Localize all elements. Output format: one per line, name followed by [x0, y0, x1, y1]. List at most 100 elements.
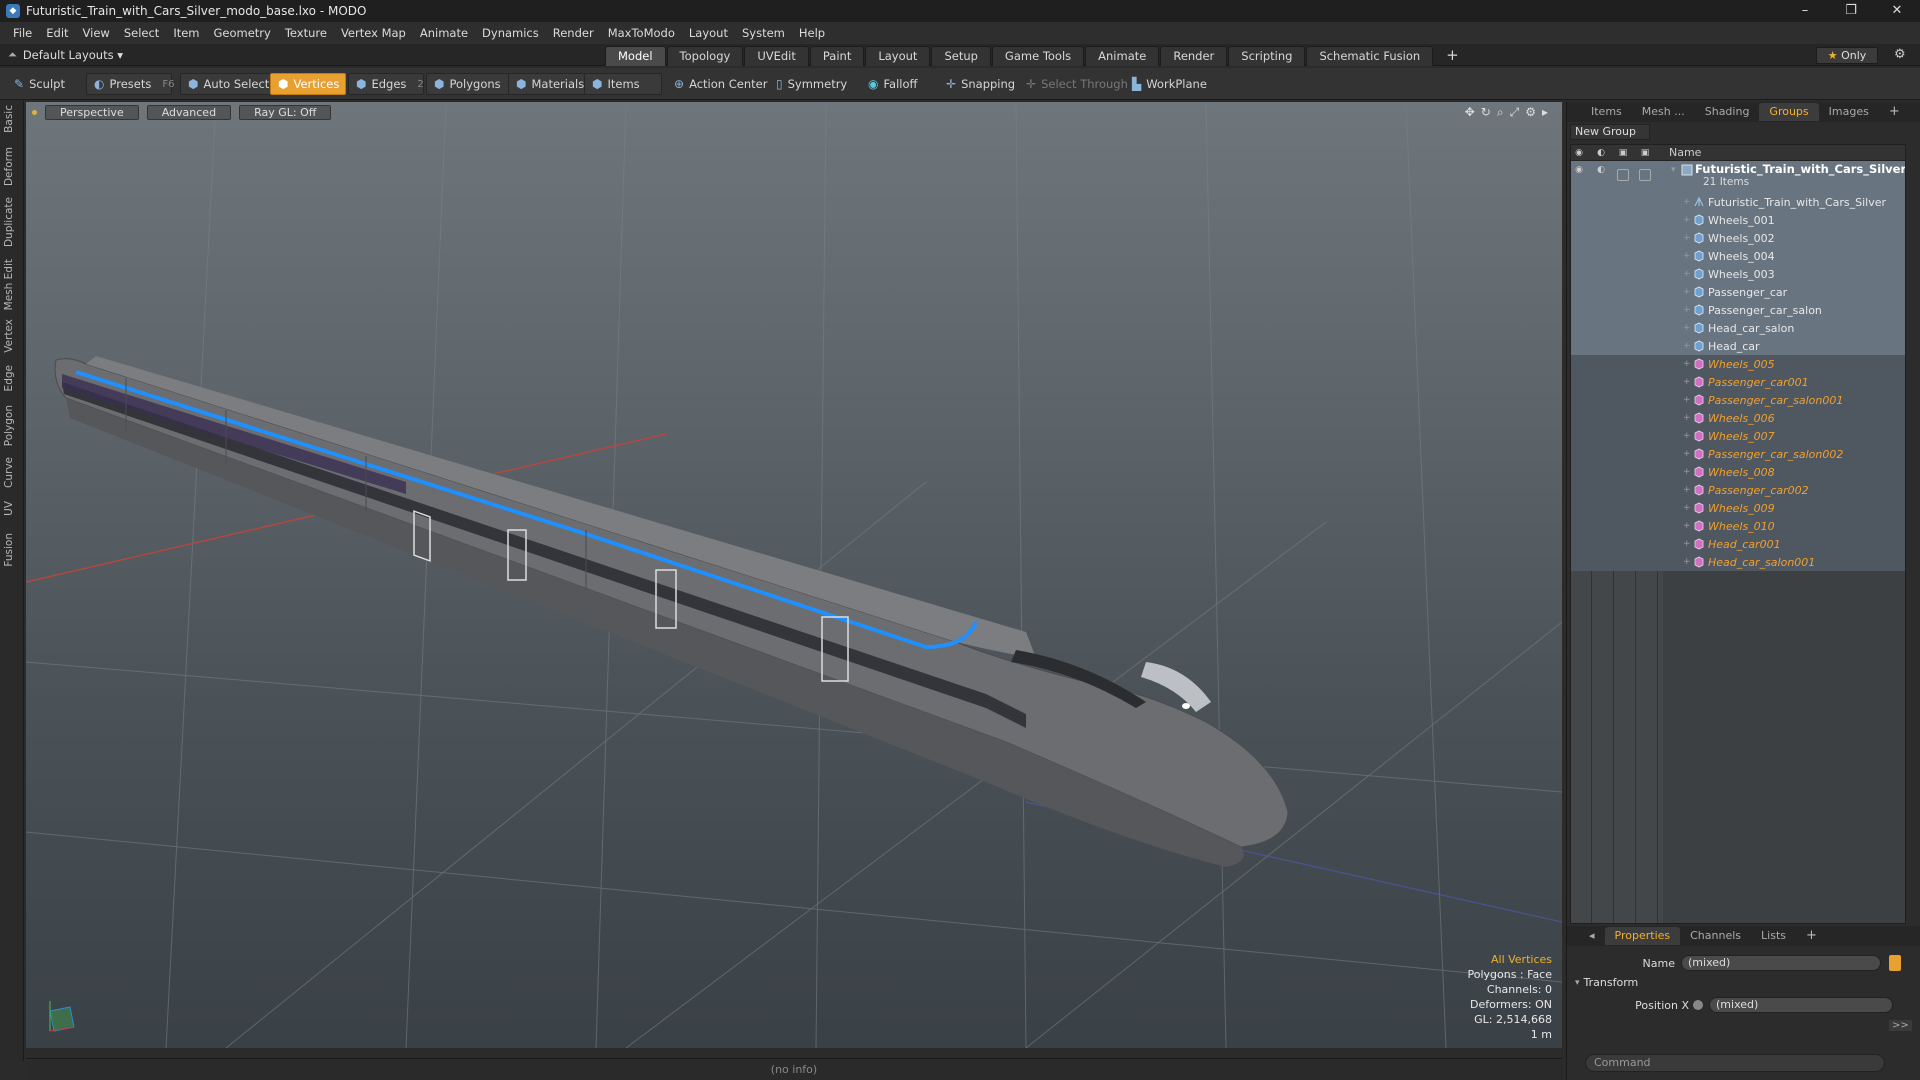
- name-field[interactable]: (mixed): [1681, 955, 1881, 971]
- vtab-deform[interactable]: Deform: [3, 147, 21, 186]
- add-tab-button[interactable]: +: [1434, 46, 1471, 66]
- expand-item-icon[interactable]: +: [1683, 431, 1691, 441]
- perspective-dropdown[interactable]: Perspective: [45, 104, 139, 120]
- falloff-button[interactable]: ◉ Falloff: [860, 73, 925, 95]
- tab-render[interactable]: Render: [1160, 46, 1228, 66]
- expand-item-icon[interactable]: +: [1683, 413, 1691, 423]
- menu-render[interactable]: Render: [546, 26, 601, 40]
- visibility-column-icon[interactable]: ◉: [1573, 147, 1585, 159]
- symmetry-button[interactable]: ▯ Symmetry: [768, 73, 855, 95]
- expand-item-icon[interactable]: +: [1683, 521, 1691, 531]
- tab-channels[interactable]: Channels: [1680, 927, 1751, 945]
- fit-view-icon[interactable]: ⤢: [1510, 105, 1520, 120]
- list-item[interactable]: + Futuristic_Train_with_Cars_Silver: [1571, 193, 1905, 211]
- list-item[interactable]: + Passenger_car_salon002: [1571, 445, 1905, 463]
- menu-vertex-map[interactable]: Vertex Map: [334, 26, 413, 40]
- position-x-field[interactable]: (mixed): [1709, 997, 1893, 1013]
- move-view-icon[interactable]: ✥: [1465, 105, 1475, 120]
- list-item[interactable]: + Wheels_010: [1571, 517, 1905, 535]
- name-column-header[interactable]: Name: [1669, 146, 1701, 159]
- add-properties-tab-button[interactable]: +: [1796, 927, 1827, 945]
- only-button[interactable]: ★ Only: [1816, 47, 1878, 64]
- tab-topology[interactable]: Topology: [666, 46, 744, 66]
- zoom-view-icon[interactable]: ⌕: [1497, 105, 1504, 120]
- expand-item-icon[interactable]: +: [1683, 377, 1691, 387]
- list-item[interactable]: + Passenger_car001: [1571, 373, 1905, 391]
- expand-item-icon[interactable]: +: [1683, 233, 1691, 243]
- expand-group-icon[interactable]: ▾: [1671, 165, 1676, 175]
- polygons-button[interactable]: ⬢ Polygons: [426, 73, 509, 95]
- eye-icon[interactable]: ◉: [1573, 164, 1585, 176]
- menu-select[interactable]: Select: [117, 26, 166, 40]
- list-item[interactable]: + Head_car001: [1571, 535, 1905, 553]
- vtab-polygon[interactable]: Polygon: [3, 405, 21, 446]
- render-column-icon[interactable]: ◐: [1595, 147, 1607, 159]
- materials-button[interactable]: ⬢ Materials: [508, 73, 593, 95]
- raygl-toggle[interactable]: Ray GL: Off: [239, 104, 332, 120]
- tab-mesh[interactable]: Mesh ...: [1632, 103, 1695, 121]
- new-group-button[interactable]: New Group: [1570, 124, 1650, 140]
- vtab-edge[interactable]: Edge: [3, 365, 21, 391]
- expand-item-icon[interactable]: +: [1683, 197, 1691, 207]
- list-item[interactable]: + Wheels_001: [1571, 211, 1905, 229]
- menu-system[interactable]: System: [735, 26, 792, 40]
- groups-list[interactable]: ◉ ◐ ▣ ▣ Name ◉ ◐ ▾ Futuristic_Train_with…: [1570, 144, 1906, 924]
- tab-lists[interactable]: Lists: [1751, 927, 1796, 945]
- presets-button[interactable]: ◐ Presets F6: [86, 73, 174, 95]
- edges-button[interactable]: ⬢ Edges 2: [348, 73, 424, 95]
- vertices-button[interactable]: ⬢Vertices1: [270, 73, 357, 95]
- shading-mode-dropdown[interactable]: Advanced: [146, 104, 232, 120]
- viewport-menu-dot[interactable]: [32, 109, 37, 115]
- tab-shading[interactable]: Shading: [1695, 103, 1760, 121]
- sculpt-button[interactable]: ✎ Sculpt: [6, 73, 73, 95]
- close-button[interactable]: ✕: [1874, 0, 1920, 22]
- snapping-button[interactable]: ✛ Snapping: [938, 73, 1023, 95]
- list-item[interactable]: + Wheels_006: [1571, 409, 1905, 427]
- select-checkbox[interactable]: [1639, 169, 1651, 181]
- vtab-uv[interactable]: UV: [3, 501, 21, 516]
- name-options-button[interactable]: [1889, 955, 1901, 971]
- render-icon[interactable]: ◐: [1595, 164, 1607, 176]
- list-item[interactable]: + Wheels_002: [1571, 229, 1905, 247]
- menu-animate[interactable]: Animate: [413, 26, 475, 40]
- menu-file[interactable]: File: [6, 26, 39, 40]
- tab-scripting[interactable]: Scripting: [1228, 46, 1306, 66]
- menu-geometry[interactable]: Geometry: [207, 26, 278, 40]
- list-item[interactable]: + Wheels_007: [1571, 427, 1905, 445]
- vtab-curve[interactable]: Curve: [3, 457, 21, 488]
- keyframe-icon[interactable]: [1693, 1000, 1703, 1010]
- default-layouts-dropdown[interactable]: Default Layouts ▾: [23, 48, 123, 62]
- action-center-button[interactable]: ⊕ Action Center: [666, 73, 775, 95]
- minimize-button[interactable]: –: [1782, 0, 1828, 22]
- restore-button[interactable]: ❐: [1828, 0, 1874, 22]
- more-properties[interactable]: >>: [1889, 1020, 1912, 1031]
- vtab-fusion[interactable]: Fusion: [3, 533, 21, 567]
- menu-edit[interactable]: Edit: [39, 26, 75, 40]
- command-input[interactable]: Command: [1585, 1054, 1885, 1072]
- tab-schematic-fusion[interactable]: Schematic Fusion: [1306, 46, 1434, 66]
- expand-item-icon[interactable]: +: [1683, 341, 1691, 351]
- rotate-view-icon[interactable]: ↻: [1481, 105, 1491, 120]
- menu-maxtomodo[interactable]: MaxToModo: [601, 26, 682, 40]
- vtab-mesh-edit[interactable]: Mesh Edit: [3, 259, 21, 310]
- expand-item-icon[interactable]: +: [1683, 557, 1691, 567]
- tab-game-tools[interactable]: Game Tools: [991, 46, 1085, 66]
- tab-setup[interactable]: Setup: [931, 46, 991, 66]
- expand-item-icon[interactable]: +: [1683, 323, 1691, 333]
- layout-selector[interactable]: ⏶ Default Layouts ▾: [8, 44, 123, 66]
- train-model[interactable]: [54, 356, 1289, 867]
- list-item[interactable]: + Passenger_car_salon001: [1571, 391, 1905, 409]
- expand-item-icon[interactable]: +: [1683, 251, 1691, 261]
- list-item[interactable]: + Wheels_009: [1571, 499, 1905, 517]
- auto-select-button[interactable]: ⬢ Auto Select: [180, 73, 278, 95]
- tab-items[interactable]: Items: [1581, 103, 1632, 121]
- list-item[interactable]: + Passenger_car: [1571, 283, 1905, 301]
- collapse-transform-icon[interactable]: ▾: [1575, 978, 1580, 988]
- panel-pin-icon[interactable]: ◂: [1579, 927, 1605, 945]
- gear-icon[interactable]: ⚙: [1894, 47, 1906, 62]
- transform-section[interactable]: ▾ Transform: [1575, 976, 1638, 989]
- layout-collapse-icon[interactable]: ⏶: [8, 48, 17, 62]
- group-row[interactable]: ◉ ◐ ▾ Futuristic_Train_with_Cars_Silver …: [1571, 161, 1905, 193]
- menu-layout[interactable]: Layout: [682, 26, 735, 40]
- viewport-expand-icon[interactable]: ▸: [1542, 105, 1548, 120]
